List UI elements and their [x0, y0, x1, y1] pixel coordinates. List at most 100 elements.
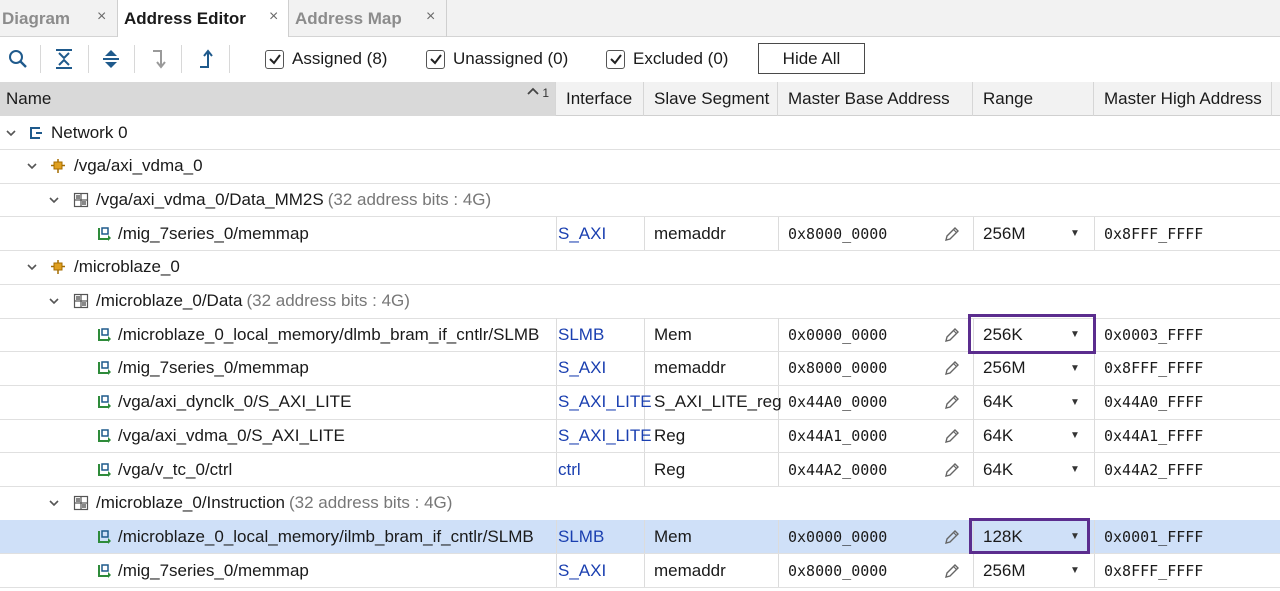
edit-pencil-icon[interactable] [941, 352, 963, 385]
master-base-address[interactable]: 0x44A1_0000 [788, 419, 887, 452]
expand-chevron-icon[interactable] [46, 285, 62, 318]
sort-ascending-icon[interactable]: 1 [526, 86, 549, 100]
auto-assign-icon[interactable] [144, 45, 172, 73]
edit-pencil-icon[interactable] [941, 554, 963, 587]
edit-pencil-icon[interactable] [941, 453, 963, 486]
interface-link[interactable]: S_AXI [558, 352, 606, 385]
slave-segment: S_AXI_LITE_reg [654, 392, 782, 412]
master-base-address[interactable]: 0x8000_0000 [788, 217, 887, 250]
column-header-master-high-address[interactable]: Master High Address [1094, 82, 1272, 116]
range-select[interactable]: 64K [983, 453, 1013, 486]
tab-diagram[interactable]: Diagram × [0, 0, 117, 37]
dropdown-arrow-icon[interactable]: ▼ [1068, 419, 1082, 452]
column-divider [556, 419, 557, 453]
tab-diagram-close-icon[interactable]: × [97, 8, 106, 26]
expand-all-icon[interactable] [97, 45, 125, 73]
column-divider [644, 318, 645, 352]
address-segment-row[interactable]: /mig_7series_0/memmap S_AXI memaddr 0x8000_… [0, 554, 1280, 589]
slave-segment: Reg [654, 459, 686, 479]
column-header-name[interactable]: Name 1 [0, 82, 556, 116]
master-base-address[interactable]: 0x0000_0000 [788, 520, 887, 553]
column-header-master-base-address[interactable]: Master Base Address [778, 82, 973, 116]
address-space-size: (32 address bits : 4G) [246, 291, 410, 310]
column-divider [973, 554, 974, 588]
edit-pencil-icon[interactable] [941, 217, 963, 250]
column-divider [644, 453, 645, 486]
expand-chevron-icon[interactable] [46, 487, 62, 520]
network-row[interactable]: Network 0 [0, 116, 1280, 150]
unassigned-checkbox[interactable]: Unassigned (0) [426, 49, 568, 69]
column-header-range-label: Range [983, 89, 1034, 108]
slave-segment: Mem [654, 324, 692, 344]
tab-address-map[interactable]: Address Map × [289, 0, 446, 37]
address-segment-row[interactable]: /vga/v_tc_0/ctrl ctrl Reg 0x44A2_0000 64K ▼ 0x… [0, 453, 1280, 487]
column-divider [556, 385, 557, 419]
tab-address-editor[interactable]: Address Editor × [117, 0, 289, 38]
edit-pencil-icon[interactable] [941, 386, 963, 419]
column-divider [778, 419, 779, 453]
master-base-address[interactable]: 0x44A0_0000 [788, 386, 887, 419]
assigned-checkbox[interactable]: Assigned (8) [265, 49, 387, 69]
column-divider [644, 520, 645, 554]
range-select[interactable]: 64K [983, 419, 1013, 452]
master-row[interactable]: /vga/axi_vdma_0 [0, 150, 1280, 184]
tab-diagram-label: Diagram [2, 8, 71, 28]
excluded-checkbox[interactable]: Excluded (0) [606, 49, 728, 69]
master-base-address[interactable]: 0x0000_0000 [788, 318, 887, 351]
column-divider [644, 217, 645, 251]
hide-all-button[interactable]: Hide All [758, 43, 865, 74]
interface-link[interactable]: S_AXI_LITE [558, 386, 652, 419]
interface-link[interactable]: SLMB [558, 520, 604, 553]
export-icon[interactable] [191, 45, 219, 73]
column-header-slave-segment[interactable]: Slave Segment [644, 82, 778, 116]
column-divider [556, 351, 557, 385]
address-space-row[interactable]: /microblaze_0/Instruction (32 address bit… [0, 487, 1280, 521]
address-segment-row[interactable]: /vga/axi_dynclk_0/S_AXI_LITE S_AXI_LITE S_… [0, 385, 1280, 420]
checkmark-icon[interactable] [265, 49, 284, 69]
checkmark-icon[interactable] [426, 49, 445, 69]
column-divider [778, 453, 779, 486]
edit-pencil-icon[interactable] [941, 318, 963, 351]
column-header-interface[interactable]: Interface [556, 82, 644, 116]
address-space-row[interactable]: /vga/axi_vdma_0/Data_MM2S (32 address bit… [0, 183, 1280, 218]
dropdown-arrow-icon[interactable]: ▼ [1068, 217, 1082, 250]
dropdown-arrow-icon[interactable]: ▼ [1068, 352, 1082, 385]
address-space-size: (32 address bits : 4G) [327, 189, 492, 209]
expand-chevron-icon[interactable] [24, 150, 40, 183]
interface-link[interactable]: S_AXI_LITE [558, 419, 652, 452]
master-row[interactable]: /microblaze_0 [0, 251, 1280, 285]
master-high-address: 0x44A2_FFFF [1104, 460, 1204, 479]
interface-link[interactable]: S_AXI [558, 554, 606, 587]
expand-chevron-icon[interactable] [24, 251, 40, 284]
dropdown-arrow-icon[interactable]: ▼ [1068, 386, 1082, 419]
dropdown-arrow-icon[interactable]: ▼ [1068, 554, 1082, 587]
collapse-all-icon[interactable] [50, 45, 78, 73]
dropdown-arrow-icon[interactable]: ▼ [1068, 453, 1082, 486]
assigned-label: Assigned (8) [292, 49, 388, 68]
column-header-interface-label: Interface [566, 89, 633, 108]
interface-link[interactable]: ctrl [558, 453, 581, 486]
edit-pencil-icon[interactable] [941, 419, 963, 452]
address-segment-row[interactable]: /mig_7series_0/memmap S_AXI memaddr 0x8000_… [0, 351, 1280, 386]
interface-link[interactable]: S_AXI [558, 217, 606, 250]
checkmark-icon[interactable] [606, 49, 625, 69]
master-base-address[interactable]: 0x8000_0000 [788, 352, 887, 385]
range-select[interactable]: 256M [983, 352, 1026, 385]
column-divider [778, 217, 779, 251]
interface-link[interactable]: SLMB [558, 318, 604, 351]
expand-chevron-icon[interactable] [46, 183, 62, 216]
address-segment-row[interactable]: /vga/axi_vdma_0/S_AXI_LITE S_AXI_LITE Reg 0… [0, 419, 1280, 454]
master-base-address[interactable]: 0x44A2_0000 [788, 453, 887, 486]
range-select[interactable]: 64K [983, 386, 1013, 419]
master-base-address[interactable]: 0x8000_0000 [788, 554, 887, 587]
tab-address-map-close-icon[interactable]: × [426, 8, 435, 26]
edit-pencil-icon[interactable] [941, 520, 963, 553]
expand-chevron-icon[interactable] [3, 116, 19, 149]
range-select[interactable]: 256M [983, 217, 1026, 250]
column-header-range[interactable]: Range [973, 82, 1094, 116]
range-select[interactable]: 256M [983, 554, 1026, 587]
slave-segment: Reg [654, 425, 686, 445]
search-icon[interactable] [4, 45, 32, 73]
address-segment-row[interactable]: /mig_7series_0/memmap S_AXI memaddr 0x8000_… [0, 217, 1280, 252]
tab-address-editor-close-icon[interactable]: × [269, 8, 278, 26]
